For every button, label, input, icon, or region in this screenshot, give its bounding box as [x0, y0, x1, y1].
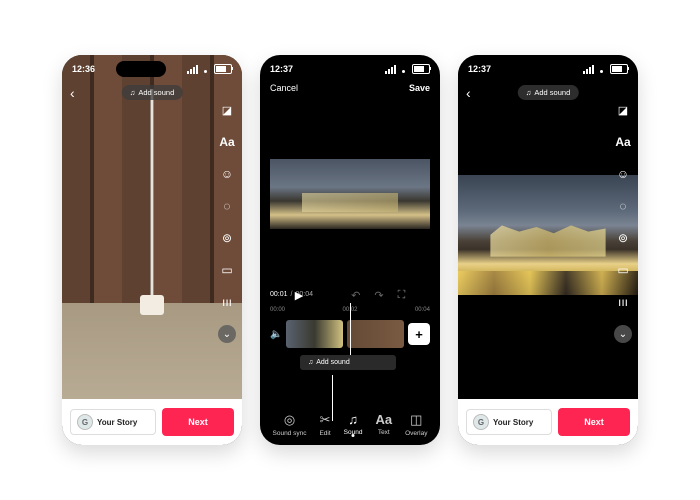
music-note-icon: ♫: [308, 359, 313, 366]
dynamic-island: [512, 61, 562, 77]
music-note-icon: ♫: [130, 88, 136, 97]
playhead[interactable]: [350, 303, 351, 355]
add-sound-label: Add sound: [138, 88, 174, 97]
add-sound-track[interactable]: ♫ Add sound: [300, 355, 396, 370]
flip-icon[interactable]: ◪: [614, 101, 632, 119]
side-toolbar: ◪ Aa ☺ ◌ ⊚ ▭ ııı ⌄: [614, 101, 632, 343]
video-preview: [458, 55, 638, 399]
back-button[interactable]: ‹: [466, 85, 471, 101]
redo-button[interactable]: ↷: [374, 289, 383, 302]
video-preview: [62, 55, 242, 399]
volume-icon[interactable]: 🔈: [270, 329, 282, 340]
effects-icon[interactable]: ◌: [218, 197, 236, 215]
wifi-icon: [201, 65, 211, 73]
filters-icon[interactable]: ⊚: [218, 229, 236, 247]
preview-canvas: [270, 105, 430, 285]
next-button[interactable]: Next: [558, 408, 630, 436]
clock: 12:37: [468, 64, 491, 74]
story-label: Your Story: [493, 418, 533, 427]
add-clip-button[interactable]: +: [408, 323, 430, 345]
battery-icon: [610, 64, 628, 74]
avatar: G: [473, 414, 489, 430]
music-note-icon: ♫: [526, 88, 532, 97]
add-sound-button[interactable]: ♫ Add sound: [122, 85, 183, 100]
screen-editor: 12:37 Cancel Save 00:01/00:04 ▶ ↶ ↷ ⛶ 00…: [260, 55, 440, 445]
editor-toolbar: ◎Sound sync ✂Edit ♫Sound AaText ◫Overlay: [260, 412, 440, 437]
bottom-bar: G Your Story Next: [458, 399, 638, 445]
edit-tool[interactable]: ✂Edit: [319, 412, 330, 437]
bottom-bar: G Your Story Next: [62, 399, 242, 445]
stickers-icon[interactable]: ☺: [614, 165, 632, 183]
overlay-tool[interactable]: ◫Overlay: [405, 412, 427, 437]
story-label: Your Story: [97, 418, 137, 427]
soundsync-icon: ◎: [284, 412, 295, 428]
status-bar: 12:37: [458, 61, 638, 77]
audio-icon[interactable]: ııı: [218, 293, 236, 311]
cellular-icon: [385, 65, 396, 74]
status-bar: 12:37: [260, 61, 440, 77]
captions-icon[interactable]: ▭: [218, 261, 236, 279]
audio-icon[interactable]: ııı: [614, 293, 632, 311]
wifi-icon: [597, 65, 607, 73]
add-sound-label: Add sound: [534, 88, 570, 97]
text-tool-icon[interactable]: Aa: [218, 133, 236, 151]
clip-1[interactable]: [286, 320, 343, 348]
your-story-button[interactable]: G Your Story: [466, 409, 552, 435]
screen-post-clip1: 12:36 ‹ ♫ Add sound ◪ Aa ☺ ◌ ⊚ ▭ ııı ⌄ G…: [62, 55, 242, 445]
clock: 12:37: [270, 64, 293, 74]
add-sound-button[interactable]: ♫ Add sound: [518, 85, 579, 100]
more-tools-button[interactable]: ⌄: [614, 325, 632, 343]
screen-post-clip2: 12:37 ‹ ♫ Add sound ◪ Aa ☺ ◌ ⊚ ▭ ııı ⌄ G…: [458, 55, 638, 445]
text-tool[interactable]: AaText: [375, 412, 392, 437]
next-button[interactable]: Next: [162, 408, 234, 436]
play-button[interactable]: ▶: [295, 289, 303, 302]
sound-tool[interactable]: ♫Sound: [344, 412, 363, 437]
wifi-icon: [399, 65, 409, 73]
cellular-icon: [187, 65, 198, 74]
dynamic-island: [116, 61, 166, 77]
scissors-icon: ✂: [320, 412, 331, 428]
fullscreen-button[interactable]: ⛶: [398, 289, 406, 302]
your-story-button[interactable]: G Your Story: [70, 409, 156, 435]
status-bar: 12:36: [62, 61, 242, 77]
captions-icon[interactable]: ▭: [614, 261, 632, 279]
battery-icon: [412, 64, 430, 74]
filters-icon[interactable]: ⊚: [614, 229, 632, 247]
battery-icon: [214, 64, 232, 74]
more-tools-button[interactable]: ⌄: [218, 325, 236, 343]
clock: 12:36: [72, 64, 95, 74]
text-tool-icon[interactable]: Aa: [614, 133, 632, 151]
cellular-icon: [583, 65, 594, 74]
side-toolbar: ◪ Aa ☺ ◌ ⊚ ▭ ııı ⌄: [218, 101, 236, 343]
cancel-button[interactable]: Cancel: [270, 83, 298, 93]
save-button[interactable]: Save: [409, 83, 430, 93]
effects-icon[interactable]: ◌: [614, 197, 632, 215]
avatar: G: [77, 414, 93, 430]
back-button[interactable]: ‹: [70, 85, 75, 101]
music-note-icon: ♫: [348, 412, 358, 427]
dynamic-island: [314, 61, 364, 77]
clip-2[interactable]: [347, 320, 404, 348]
soundsync-tool[interactable]: ◎Sound sync: [273, 412, 307, 437]
add-sound-label: Add sound: [316, 359, 349, 366]
overlay-icon: ◫: [410, 412, 422, 428]
text-icon: Aa: [375, 412, 392, 427]
undo-button[interactable]: ↶: [351, 289, 360, 302]
flip-icon[interactable]: ◪: [218, 101, 236, 119]
stickers-icon[interactable]: ☺: [218, 165, 236, 183]
